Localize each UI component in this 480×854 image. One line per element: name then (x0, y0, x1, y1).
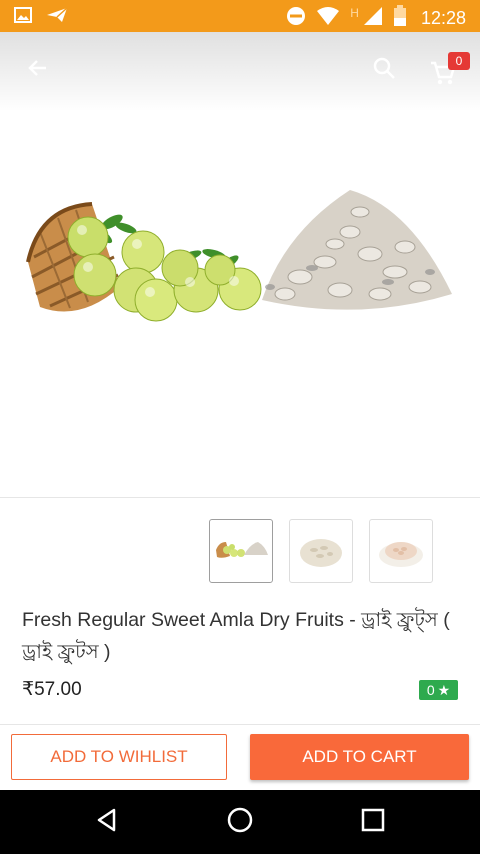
image-divider (0, 497, 480, 498)
search-button[interactable] (364, 52, 404, 88)
network-type-label: H (350, 5, 359, 20)
signal-icon (363, 6, 383, 31)
nav-home-icon (226, 806, 254, 839)
product-image[interactable]: 0 (0, 32, 480, 498)
status-bar: H 12:28 (0, 0, 480, 32)
nav-recents-icon (361, 808, 385, 837)
rating-badge[interactable]: 0 ★ (419, 680, 458, 700)
thumbnail-3[interactable] (369, 519, 433, 583)
thumbnail-2[interactable] (289, 519, 353, 583)
rating-value: 0 (426, 682, 435, 698)
cart-button[interactable]: 0 (426, 50, 470, 90)
wifi-icon (316, 6, 340, 31)
nav-recents-button[interactable] (349, 804, 397, 840)
send-icon (46, 6, 68, 29)
image-icon (14, 6, 32, 29)
star-icon: ★ (437, 681, 451, 698)
thumbnail-image (216, 542, 268, 558)
back-arrow-icon (26, 56, 50, 85)
thumbnail-image (300, 539, 342, 567)
status-time: 12:28 (420, 8, 466, 28)
add-to-cart-button[interactable]: ADD TO CART (250, 734, 469, 780)
nav-home-button[interactable] (216, 804, 264, 840)
navigation-bar (0, 790, 480, 854)
product-title: Fresh Regular Sweet Amla Dry Fruits - ড্… (22, 609, 450, 663)
info-divider (0, 724, 480, 725)
nav-back-button[interactable] (83, 804, 131, 840)
add-to-wishlist-button[interactable]: ADD TO WIHLIST (11, 734, 227, 780)
product-price: ₹57.00 (22, 679, 82, 700)
nav-back-icon (94, 807, 120, 838)
toolbar-shade (0, 32, 480, 112)
thumbnail-image (379, 542, 423, 567)
dnd-icon (286, 6, 306, 31)
thumbnail-1[interactable] (209, 519, 273, 583)
search-icon (372, 56, 396, 85)
back-button[interactable] (18, 52, 58, 88)
cart-count-badge: 0 (448, 52, 470, 70)
battery-icon (393, 5, 407, 32)
